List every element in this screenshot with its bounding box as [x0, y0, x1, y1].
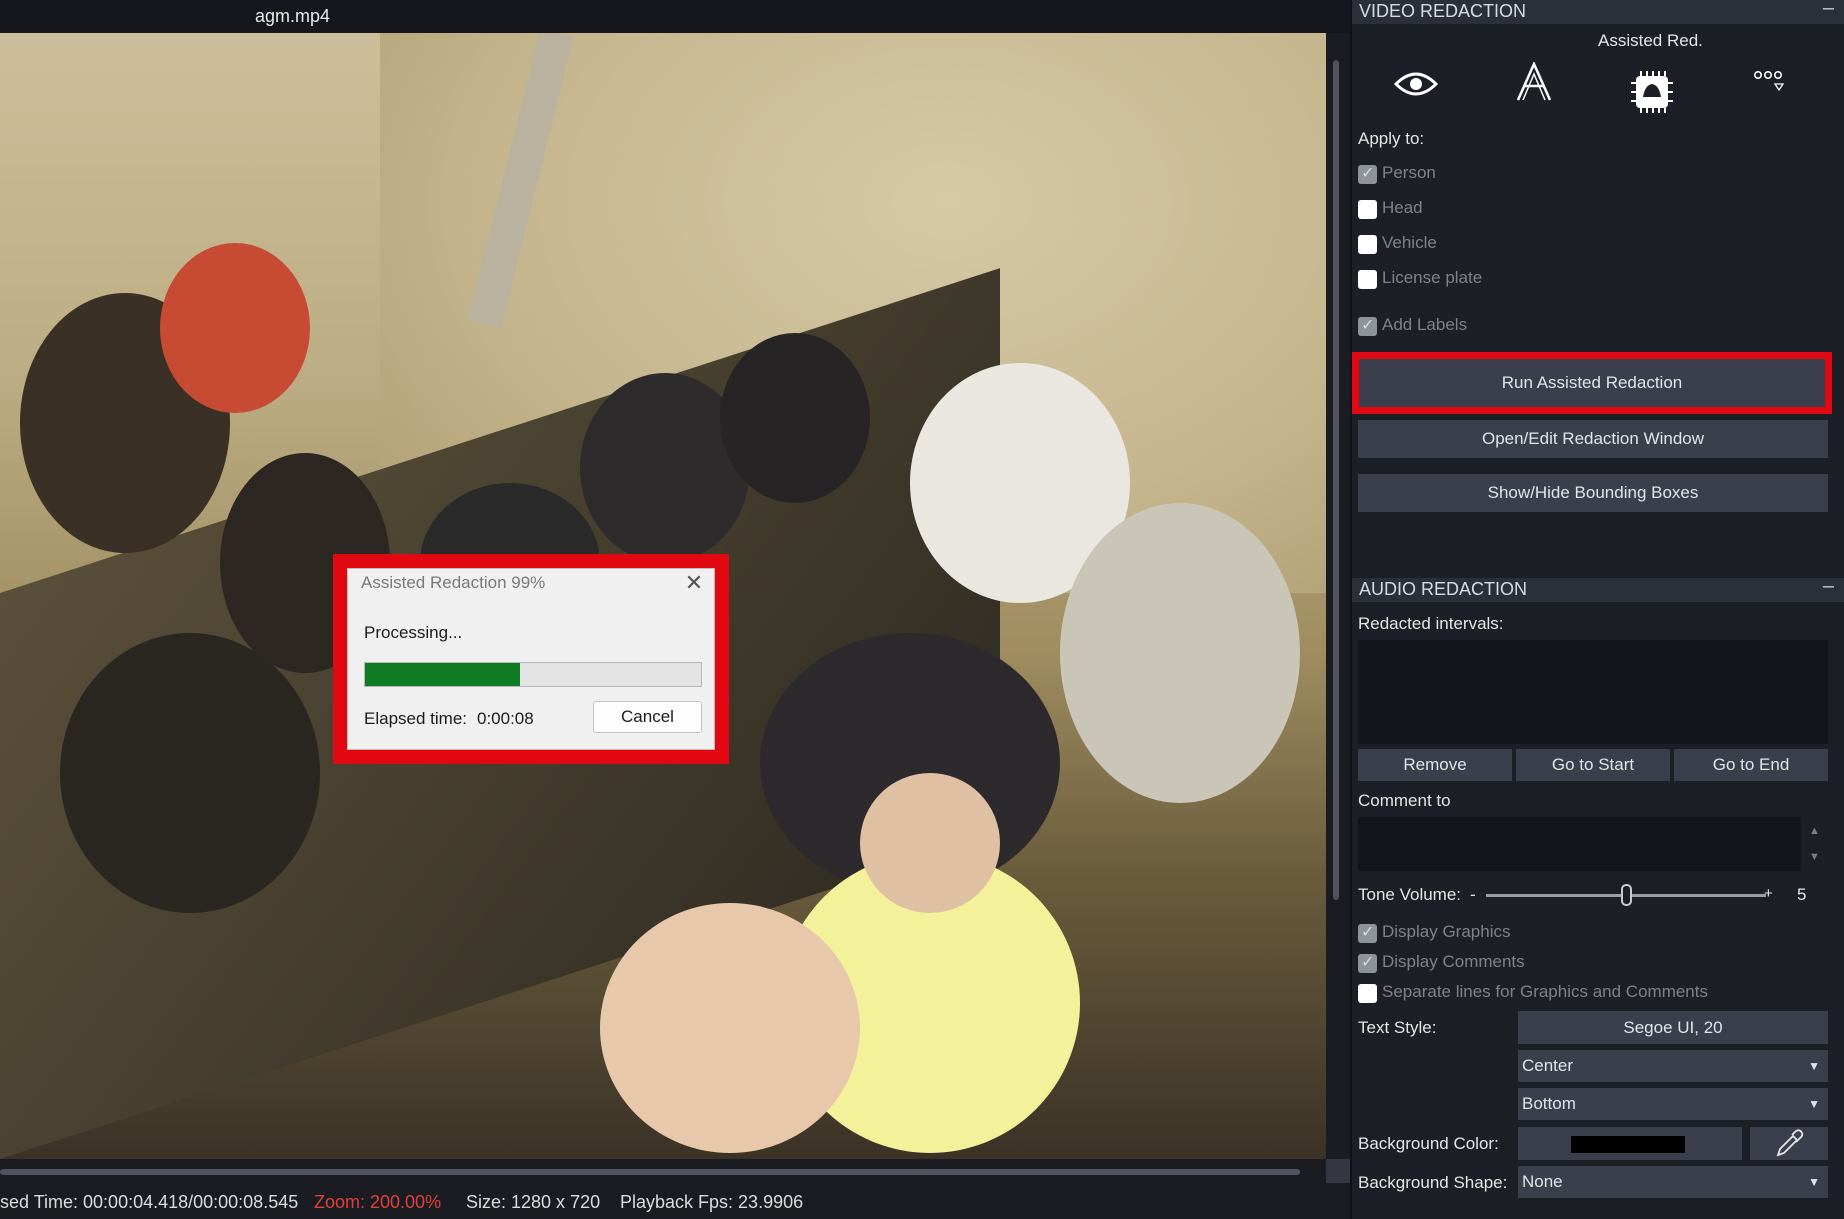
- seek-bar[interactable]: [0, 1169, 1300, 1175]
- apply-to-label: Apply to:: [1358, 129, 1425, 148]
- select-value: None: [1522, 1172, 1563, 1191]
- dialog-title: Assisted Redaction 99%: [361, 573, 546, 592]
- video-figure: [60, 633, 320, 913]
- checkbox-box[interactable]: [1358, 922, 1377, 943]
- scroll-corner: [1326, 1159, 1350, 1183]
- status-size: Size: 1280 x 720: [466, 1192, 601, 1212]
- comment-label: Comment to: [1358, 791, 1451, 810]
- tone-volume-value: 5: [1797, 885, 1807, 904]
- status-bar: sed Time: 00:00:04.418/00:00:08.545 Zoom…: [0, 1186, 1350, 1219]
- dialog-status-text: Processing...: [364, 623, 463, 642]
- checkbox-box[interactable]: [1358, 163, 1377, 184]
- scroll-down-icon[interactable]: ▼: [1809, 851, 1820, 863]
- redacted-intervals-label: Redacted intervals:: [1358, 614, 1504, 633]
- eyedropper-button[interactable]: [1750, 1127, 1828, 1160]
- elapsed-time-value: 0:00:08: [477, 709, 534, 728]
- vertical-alignment-select[interactable]: Bottom ▼: [1518, 1088, 1828, 1120]
- select-value: Center: [1522, 1056, 1574, 1075]
- slider-thumb[interactable]: [1620, 884, 1632, 906]
- horizontal-alignment-select[interactable]: Center ▼: [1518, 1050, 1828, 1082]
- video-figure: [720, 333, 870, 503]
- comment-input[interactable]: [1358, 817, 1801, 871]
- checkbox-box[interactable]: [1358, 315, 1377, 336]
- checkbox-label: Head: [1382, 198, 1423, 217]
- chevron-down-icon: ▼: [1808, 1059, 1820, 1073]
- redacted-intervals-list[interactable]: [1358, 640, 1828, 744]
- collapse-icon[interactable]: –: [1823, 0, 1834, 20]
- background-color-label: Background Color:: [1358, 1134, 1499, 1153]
- status-fps: Playback Fps: 23.9906: [620, 1192, 804, 1212]
- section-title: AUDIO REDACTION: [1359, 579, 1528, 599]
- status-elapsed: sed Time: 00:00:04.418/00:00:08.545: [0, 1192, 299, 1212]
- tool-visual-redaction[interactable]: [1376, 40, 1456, 100]
- checkbox-label: Person: [1382, 163, 1436, 182]
- checkbox-label: License plate: [1382, 268, 1483, 287]
- remove-button[interactable]: Remove: [1358, 749, 1512, 781]
- file-title: agm.mp4: [255, 6, 331, 26]
- text-style-button[interactable]: Segoe UI, 20: [1518, 1011, 1828, 1044]
- checkbox-box[interactable]: [1358, 952, 1377, 973]
- tool-more-options[interactable]: [1730, 40, 1810, 100]
- comment-scrollbar[interactable]: ▲ ▼: [1803, 817, 1828, 871]
- video-figure: [1060, 503, 1300, 803]
- go-to-start-button[interactable]: Go to Start: [1516, 749, 1670, 781]
- tone-volume-label: Tone Volume:: [1358, 885, 1462, 904]
- go-to-end-button[interactable]: Go to End: [1674, 749, 1828, 781]
- elapsed-time-label: Elapsed time:: [364, 709, 467, 728]
- chevron-down-icon: ▼: [1808, 1175, 1820, 1189]
- close-icon[interactable]: ✕: [680, 571, 708, 597]
- checkbox-box[interactable]: [1358, 200, 1377, 219]
- text-style-label: Text Style:: [1358, 1018, 1437, 1037]
- tool-text-redaction[interactable]: [1494, 40, 1574, 101]
- collapse-icon[interactable]: –: [1823, 575, 1834, 598]
- checkbox-box[interactable]: [1358, 270, 1377, 289]
- scroll-up-icon[interactable]: ▲: [1809, 825, 1820, 837]
- open-edit-redaction-window-button[interactable]: Open/Edit Redaction Window: [1358, 420, 1828, 458]
- run-assisted-redaction-button[interactable]: Run Assisted Redaction: [1359, 364, 1825, 402]
- background-shape-select[interactable]: None ▼: [1518, 1166, 1828, 1198]
- checkbox-box[interactable]: [1358, 235, 1377, 254]
- audio-redaction-header[interactable]: AUDIO REDACTION –: [1352, 575, 1844, 602]
- progress-bar: [364, 662, 702, 687]
- video-figure: [160, 243, 310, 413]
- select-value: Bottom: [1522, 1094, 1576, 1113]
- checkbox-label: Display Graphics: [1382, 922, 1511, 941]
- assisted-redaction-progress-dialog: Assisted Redaction 99% ✕ Processing... E…: [347, 568, 715, 750]
- assisted-redaction-chip-icon: [1631, 71, 1673, 113]
- tone-minus-label: -: [1470, 885, 1476, 904]
- video-redaction-header[interactable]: VIDEO REDACTION –: [1352, 0, 1844, 24]
- checkbox-label: Add Labels: [1382, 315, 1468, 334]
- video-figure: [860, 773, 1000, 913]
- eye-icon: [1394, 72, 1438, 96]
- background-shape-label: Background Shape:: [1358, 1173, 1508, 1192]
- eyedropper-icon: [1776, 1129, 1804, 1157]
- background-color-button[interactable]: [1518, 1127, 1742, 1160]
- checkbox-label: Display Comments: [1382, 952, 1525, 971]
- text-a-icon: [1516, 62, 1552, 101]
- file-title-bar: agm.mp4: [0, 0, 1350, 33]
- tool-assisted-redaction[interactable]: [1612, 40, 1692, 113]
- checkbox-label: Vehicle: [1382, 233, 1437, 252]
- checkbox-label: Separate lines for Graphics and Comments: [1382, 982, 1708, 1001]
- tone-volume-slider[interactable]: [1486, 882, 1776, 908]
- status-zoom: Zoom: 200.00%: [314, 1192, 442, 1212]
- section-title: VIDEO REDACTION: [1359, 1, 1527, 21]
- more-options-icon: [1753, 70, 1785, 92]
- checkbox-box[interactable]: [1358, 984, 1377, 1003]
- chevron-down-icon: ▼: [1808, 1097, 1820, 1111]
- tone-plus-label: +: [1764, 885, 1773, 902]
- show-hide-bounding-boxes-button[interactable]: Show/Hide Bounding Boxes: [1358, 474, 1828, 512]
- video-figure: [600, 903, 860, 1153]
- progress-bar-fill: [365, 663, 520, 686]
- cancel-button[interactable]: Cancel: [593, 701, 702, 733]
- video-vertical-scrollbar[interactable]: [1333, 60, 1339, 900]
- background-color-swatch: [1571, 1136, 1685, 1153]
